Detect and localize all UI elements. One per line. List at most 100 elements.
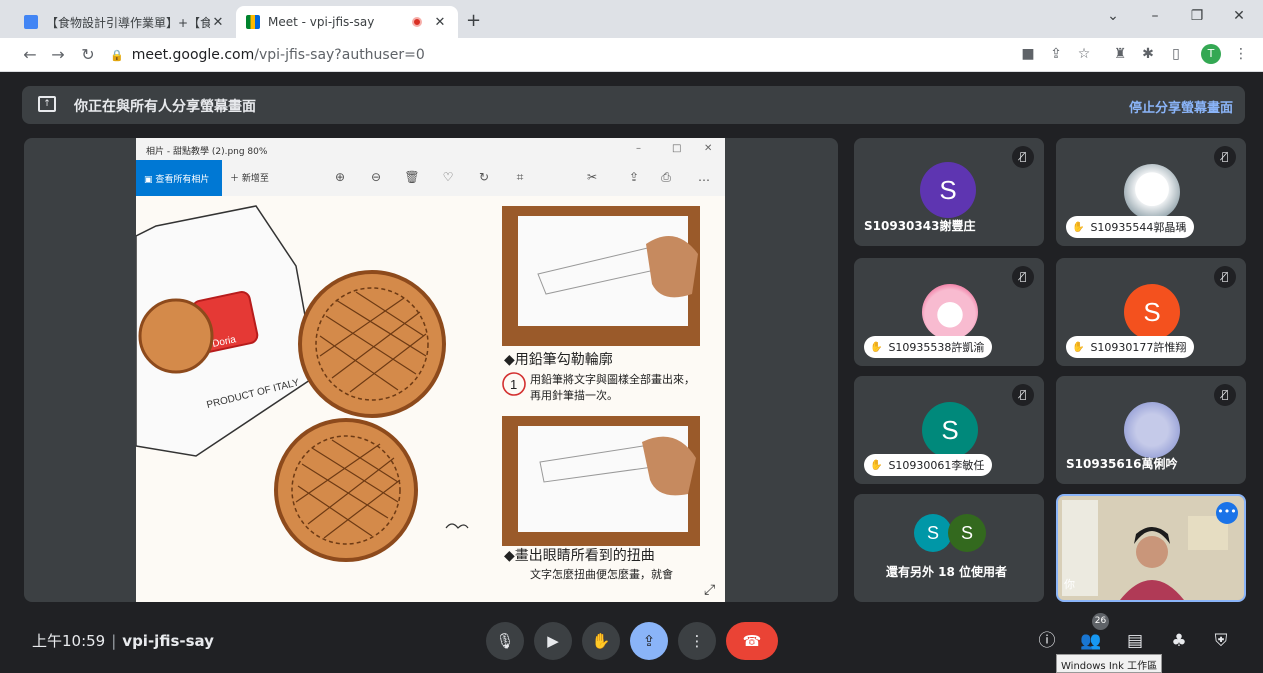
others-tile[interactable]: S S 還有另外 18 位使用者	[854, 494, 1044, 602]
viewer-title-bar: 相片 - 甜點教學 (2).png 80% – □ ✕	[136, 138, 725, 160]
participant-tile[interactable]: 🎙̸ ✋ S10935544郭晶瑀	[1056, 138, 1246, 246]
forward-icon[interactable]: →	[48, 45, 68, 64]
participant-tile[interactable]: S 🎙̸ ✋ S10930177許惟翔	[1056, 258, 1246, 366]
add-to-button[interactable]: ＋ 新增至	[230, 171, 269, 184]
url-input[interactable]: 🔒 meet.google.com/vpi-jfis-say?authuser=…	[110, 42, 1010, 68]
participant-tile[interactable]: 🎙̸ ✋ S10935538許凱渝	[854, 258, 1044, 366]
minimize-icon[interactable]: –	[636, 143, 641, 154]
camera-icon: ▶	[547, 632, 559, 650]
camera-button[interactable]: ▶	[534, 622, 572, 660]
step-number: 1	[510, 377, 517, 392]
close-window-button[interactable]: ✕	[1224, 8, 1254, 24]
present-screen-icon: ⇪	[642, 632, 656, 650]
people-count-badge: 26	[1092, 613, 1109, 630]
camera-icon[interactable]: ■	[1018, 46, 1038, 62]
minimize-button[interactable]: –	[1140, 8, 1170, 24]
recording-icon	[412, 17, 422, 27]
print-icon[interactable]: ⎙	[658, 170, 674, 185]
mic-off-icon: 🎙̸	[1214, 146, 1236, 168]
zoom-in-icon[interactable]: ⊕	[332, 170, 348, 184]
close-icon[interactable]: ✕	[704, 143, 712, 154]
restore-button[interactable]: ❐	[1182, 8, 1212, 24]
shared-photo-viewer: 相片 - 甜點教學 (2).png 80% – □ ✕ ▣ 查看所有相片 ＋ 新…	[136, 138, 725, 602]
url-host: meet.google.com	[131, 47, 255, 63]
favorite-icon[interactable]: ♡	[440, 170, 456, 184]
meeting-details-button[interactable]: ⓘ	[1034, 628, 1060, 654]
new-tab-button[interactable]: +	[466, 10, 481, 31]
stop-sharing-button[interactable]: 停止分享螢幕畫面	[1129, 97, 1233, 116]
menu-kebab-icon[interactable]: ⋮	[1231, 46, 1251, 62]
edit-icon[interactable]: ✂	[584, 170, 600, 184]
profile-avatar[interactable]: T	[1201, 44, 1221, 64]
raise-hand-button[interactable]: ✋	[582, 622, 620, 660]
share-icon[interactable]: ⇪	[626, 170, 642, 184]
reload-icon[interactable]: ↻	[78, 45, 98, 64]
more-options-button[interactable]: •••	[1216, 502, 1238, 524]
participant-name: S10930343謝豐庄	[864, 219, 976, 233]
all-photos-button[interactable]: ▣ 查看所有相片	[136, 160, 222, 196]
participant-name-pill: ✋ S10935544郭晶瑀	[1066, 216, 1195, 238]
participant-name: S10935538許凱渝	[888, 341, 985, 354]
plus-icon: ＋	[230, 174, 242, 184]
avatar: S	[914, 514, 952, 552]
share-banner: ↑ 你正在與所有人分享螢幕畫面 停止分享螢幕畫面	[22, 86, 1245, 124]
leave-call-button[interactable]: ☎	[726, 622, 778, 660]
rotate-icon[interactable]: ↻	[476, 170, 492, 184]
participant-tile[interactable]: S 🎙̸ ✋ S10930061李敏任	[854, 376, 1044, 484]
participant-tile[interactable]: S 🎙̸ S10930343謝豐庄	[854, 138, 1044, 246]
extension-icon[interactable]: ♜	[1110, 46, 1130, 62]
zoom-out-icon[interactable]: ⊖	[368, 170, 384, 184]
mic-off-icon: 🎙̸	[1214, 266, 1236, 288]
activities-icon: ♣	[1171, 631, 1187, 651]
tab-search-icon[interactable]: ⌄	[1098, 8, 1128, 24]
crop-icon[interactable]: ⌗	[512, 170, 528, 185]
meeting-info: 上午10:59 | vpi-jfis-say	[32, 632, 214, 650]
more-icon[interactable]: …	[696, 170, 712, 184]
meeting-code: vpi-jfis-say	[122, 632, 214, 650]
mic-off-icon: 🎙̸	[1012, 384, 1034, 406]
share-icon[interactable]: ⇪	[1046, 46, 1066, 62]
back-icon[interactable]: ←	[20, 45, 40, 64]
activities-button[interactable]: ♣	[1166, 628, 1192, 654]
lock-icon: 🔒	[110, 48, 124, 62]
self-video-tile[interactable]: ••• 你	[1056, 494, 1246, 602]
tab-title: 【食物設計引導作業單】+【食	[46, 15, 210, 30]
participant-tile[interactable]: 🎙̸ S10935616萬俐吟	[1056, 376, 1246, 484]
host-controls-button[interactable]: ⛨	[1208, 628, 1234, 654]
participant-name-pill: ✋ S10935538許凱渝	[864, 336, 993, 358]
step1-heading: ◆用鉛筆勾勒輪廓	[504, 351, 613, 368]
tutorial-image: Doria PRODUCT OF ITALY ◆用鉛筆勾勒輪廓 1 用鉛筆將文字…	[136, 196, 725, 602]
url-path: /vpi-jfis-say?authuser=0	[254, 47, 425, 63]
hand-raised-icon: ✋	[1072, 341, 1085, 353]
maximize-icon[interactable]: □	[672, 143, 681, 154]
puzzle-icon[interactable]: ✱	[1138, 46, 1158, 62]
tab-meet[interactable]: Meet - vpi-jfis-say ✕	[236, 6, 458, 38]
delete-icon[interactable]: 🗑	[404, 170, 420, 184]
present-button[interactable]: ⇪	[630, 622, 668, 660]
close-icon[interactable]: ✕	[432, 15, 448, 30]
tab-food-design[interactable]: 【食物設計引導作業單】+【食 ✕	[14, 6, 236, 38]
shield-icon: ⛨	[1214, 631, 1228, 651]
participant-name: S10930177許惟翔	[1090, 341, 1187, 354]
avatar	[1124, 402, 1180, 458]
participant-name: S10930061李敏任	[888, 459, 985, 472]
participant-name-pill: ✋ S10930177許惟翔	[1066, 336, 1195, 358]
address-bar: ← → ↻ 🔒 meet.google.com/vpi-jfis-say?aut…	[0, 38, 1263, 72]
current-time: 上午10:59	[32, 632, 106, 650]
avatar: S	[922, 402, 978, 458]
step2-heading: ◆畫出眼睛所看到的扭曲	[504, 548, 655, 564]
add-to-label: 新增至	[241, 174, 269, 184]
bookmark-star-icon[interactable]: ☆	[1074, 46, 1094, 62]
close-icon[interactable]: ✕	[210, 15, 226, 30]
microphone-button[interactable]: 🎙	[486, 622, 524, 660]
avatar: S	[1124, 284, 1180, 340]
more-options-button[interactable]: ⋮	[678, 622, 716, 660]
side-panel-icon[interactable]: ▯	[1166, 46, 1186, 62]
hand-raised-icon: ✋	[870, 341, 883, 353]
step2-body: 文字怎麼扭曲便怎麼畫，就會	[530, 567, 673, 581]
chat-button[interactable]: ▤	[1122, 628, 1148, 654]
people-icon: 👥	[1080, 631, 1102, 651]
people-button[interactable]: 👥	[1078, 628, 1104, 654]
microphone-icon: 🎙	[495, 632, 515, 650]
hand-raised-icon: ✋	[1072, 221, 1085, 233]
